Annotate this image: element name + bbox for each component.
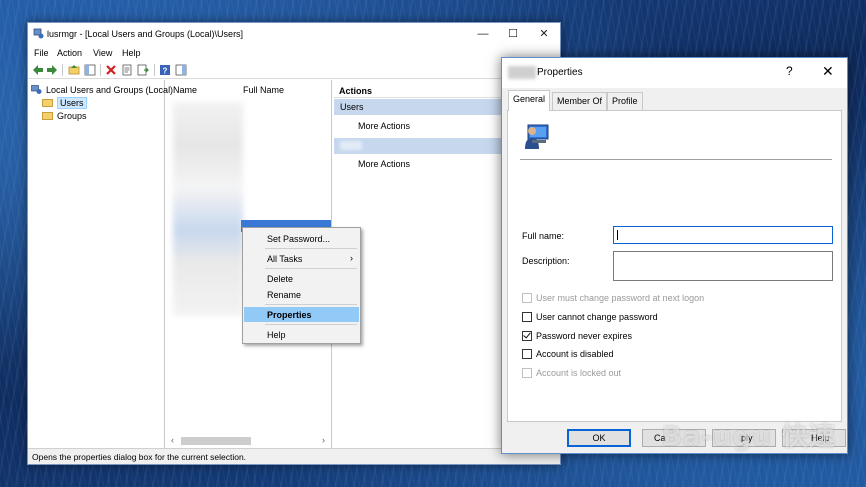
checkbox-box xyxy=(522,349,532,359)
ok-button[interactable]: OK xyxy=(567,429,631,447)
tree-root-label: Local Users and Groups (Local) xyxy=(46,85,174,95)
actions-section-selected-user[interactable] xyxy=(334,138,504,154)
menu-item-help[interactable]: Help xyxy=(244,327,359,342)
separator-line xyxy=(520,159,832,160)
title-bar[interactable]: lusrmgr - [Local Users and Groups (Local… xyxy=(28,23,560,45)
help-icon[interactable]: ? xyxy=(159,64,171,76)
menu-action[interactable]: Action xyxy=(57,48,82,58)
context-menu: Set Password... All Tasks › Delete Renam… xyxy=(242,227,361,344)
more-actions-link-2[interactable]: More Actions xyxy=(358,159,410,169)
show-hide-tree-icon[interactable] xyxy=(84,64,96,76)
checkbox-password-never-expires[interactable]: Password never expires xyxy=(522,330,632,343)
menu-view[interactable]: View xyxy=(93,48,112,58)
tree-item-users[interactable]: Users xyxy=(42,97,87,110)
dialog-title: Properties xyxy=(537,67,583,78)
menu-file[interactable]: File xyxy=(34,48,49,58)
full-name-input[interactable] xyxy=(613,226,833,244)
text-caret xyxy=(617,230,618,240)
close-icon[interactable]: ✕ xyxy=(822,63,834,80)
full-name-label: Full name: xyxy=(522,231,565,241)
properties-icon[interactable] xyxy=(121,64,133,76)
maximize-button[interactable]: ☐ xyxy=(500,26,526,42)
svg-text:?: ? xyxy=(163,67,168,76)
tree-item-users-label: Users xyxy=(57,97,87,109)
checkbox-box xyxy=(522,293,532,303)
checkbox-must-change-password[interactable]: User must change password at next logon xyxy=(522,293,704,305)
description-input[interactable] xyxy=(613,251,833,281)
actions-section-users[interactable]: Users xyxy=(334,99,504,115)
dialog-title-bar[interactable]: Properties ? ✕ xyxy=(502,58,847,88)
menu-separator xyxy=(265,324,357,325)
column-header-full-name[interactable]: Full Name xyxy=(243,85,284,95)
checkbox-box xyxy=(522,330,532,341)
action-pane-icon[interactable] xyxy=(175,64,187,76)
checkbox-box xyxy=(522,368,532,378)
scroll-left-icon[interactable]: ‹ xyxy=(171,435,174,445)
menu-item-all-tasks-label: All Tasks xyxy=(267,254,303,264)
properties-dialog: Properties ? ✕ General Member Of Profile… xyxy=(501,57,848,454)
status-bar: Opens the properties dialog box for the … xyxy=(28,448,560,464)
forward-arrow-icon[interactable] xyxy=(46,64,58,76)
tree-item-groups[interactable]: Groups xyxy=(42,111,87,123)
checkbox-cannot-change-password[interactable]: User cannot change password xyxy=(522,312,658,324)
computer-users-icon xyxy=(31,85,42,94)
description-label: Description: xyxy=(522,256,570,266)
menu-separator xyxy=(265,248,357,249)
export-list-icon[interactable] xyxy=(137,64,149,76)
horizontal-scrollbar[interactable]: ‹ › xyxy=(169,434,330,448)
user-icon xyxy=(525,124,549,149)
checkbox-account-locked-out[interactable]: Account is locked out xyxy=(522,368,621,380)
tree-item-groups-label: Groups xyxy=(57,111,87,121)
checkbox-box xyxy=(522,312,532,322)
tab-general[interactable]: General xyxy=(508,90,551,111)
tree-root[interactable]: Local Users and Groups (Local) xyxy=(31,85,173,97)
checkbox-account-disabled[interactable]: Account is disabled xyxy=(522,349,614,361)
up-folder-icon[interactable] xyxy=(68,64,80,76)
menu-item-delete[interactable]: Delete xyxy=(244,271,359,286)
blurred-user-name xyxy=(508,66,536,79)
minimize-button[interactable]: — xyxy=(470,26,496,42)
watermark-logo: Ba-ugu 快速 xyxy=(662,422,836,452)
toolbar-separator xyxy=(62,64,63,76)
scrollbar-thumb[interactable] xyxy=(181,437,251,445)
close-button[interactable]: ✕ xyxy=(531,26,557,42)
menu-bar: File Action View Help xyxy=(28,45,560,61)
menu-item-all-tasks[interactable]: All Tasks › xyxy=(244,251,359,266)
back-arrow-icon[interactable] xyxy=(32,64,44,76)
blurred-user-name xyxy=(340,141,362,150)
toolbar-separator xyxy=(154,64,155,76)
menu-separator xyxy=(265,268,357,269)
folder-icon xyxy=(42,99,53,107)
general-tab-panel: Full name: Description: User must change… xyxy=(507,110,842,422)
menu-item-rename[interactable]: Rename xyxy=(244,287,359,302)
submenu-arrow-icon: › xyxy=(350,253,353,263)
scroll-right-icon[interactable]: › xyxy=(322,435,325,445)
blurred-user-rows xyxy=(173,102,243,316)
menu-item-set-password[interactable]: Set Password... xyxy=(244,231,359,246)
menu-item-properties[interactable]: Properties xyxy=(244,307,359,322)
menu-help[interactable]: Help xyxy=(122,48,141,58)
toolbar-separator xyxy=(100,64,101,76)
tab-member-of[interactable]: Member Of xyxy=(552,92,608,110)
column-header-name[interactable]: Name xyxy=(173,85,197,95)
console-tree: Local Users and Groups (Local) Users Gro… xyxy=(28,80,173,448)
help-button[interactable]: ? xyxy=(786,64,793,78)
app-icon xyxy=(33,28,44,39)
toolbar: ? xyxy=(28,61,560,79)
tab-profile[interactable]: Profile xyxy=(607,92,643,110)
checkmark-icon xyxy=(523,330,531,339)
delete-icon[interactable] xyxy=(105,64,117,76)
menu-separator xyxy=(265,304,357,305)
window-title: lusrmgr - [Local Users and Groups (Local… xyxy=(47,29,244,39)
folder-icon xyxy=(42,112,53,120)
actions-header: Actions xyxy=(334,83,504,98)
more-actions-link[interactable]: More Actions xyxy=(358,121,410,131)
